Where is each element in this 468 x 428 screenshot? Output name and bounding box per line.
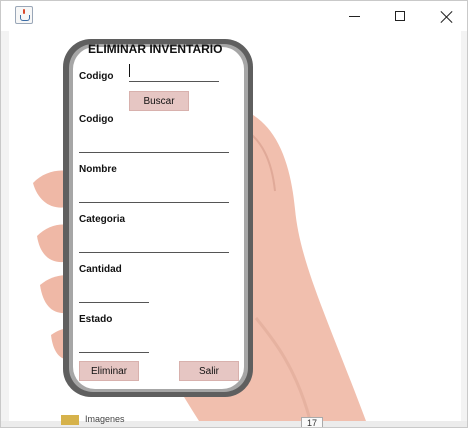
background-line-number: 17 bbox=[301, 417, 323, 427]
search-button[interactable]: Buscar bbox=[129, 91, 189, 111]
result-code-label: Codigo bbox=[79, 114, 114, 125]
folder-icon bbox=[61, 415, 79, 425]
java-app-icon bbox=[15, 6, 33, 24]
search-code-label: Codigo bbox=[79, 71, 114, 82]
maximize-button[interactable] bbox=[377, 1, 423, 31]
minimize-icon bbox=[348, 15, 360, 17]
search-code-input[interactable] bbox=[129, 63, 217, 79]
delete-button[interactable]: Eliminar bbox=[79, 361, 139, 381]
status-label: Estado bbox=[79, 314, 113, 325]
form-title: ELIMINAR INVENTARIO bbox=[88, 42, 223, 56]
close-icon bbox=[440, 10, 453, 23]
search-code-underline bbox=[129, 81, 219, 82]
window-titlebar bbox=[1, 1, 467, 31]
category-label: Categoria bbox=[79, 214, 126, 225]
status-input[interactable] bbox=[79, 333, 149, 351]
quantity-input[interactable] bbox=[79, 283, 149, 301]
background-taskbar-label: Imagenes bbox=[85, 414, 125, 424]
quantity-underline bbox=[79, 302, 149, 303]
quantity-label: Cantidad bbox=[79, 264, 122, 275]
minimize-button[interactable] bbox=[331, 1, 377, 31]
category-underline bbox=[79, 252, 229, 253]
result-code-input[interactable] bbox=[79, 133, 229, 151]
exit-button[interactable]: Salir bbox=[179, 361, 239, 381]
name-label: Nombre bbox=[79, 164, 117, 175]
category-input[interactable] bbox=[79, 233, 229, 251]
close-button[interactable] bbox=[423, 1, 467, 31]
result-code-underline bbox=[79, 152, 229, 153]
app-window: ELIMINAR INVENTARIO Codigo Buscar Codigo… bbox=[0, 0, 468, 428]
name-underline bbox=[79, 202, 229, 203]
name-input[interactable] bbox=[79, 183, 229, 201]
text-caret bbox=[129, 64, 130, 77]
status-underline bbox=[79, 352, 149, 353]
maximize-icon bbox=[395, 11, 405, 21]
